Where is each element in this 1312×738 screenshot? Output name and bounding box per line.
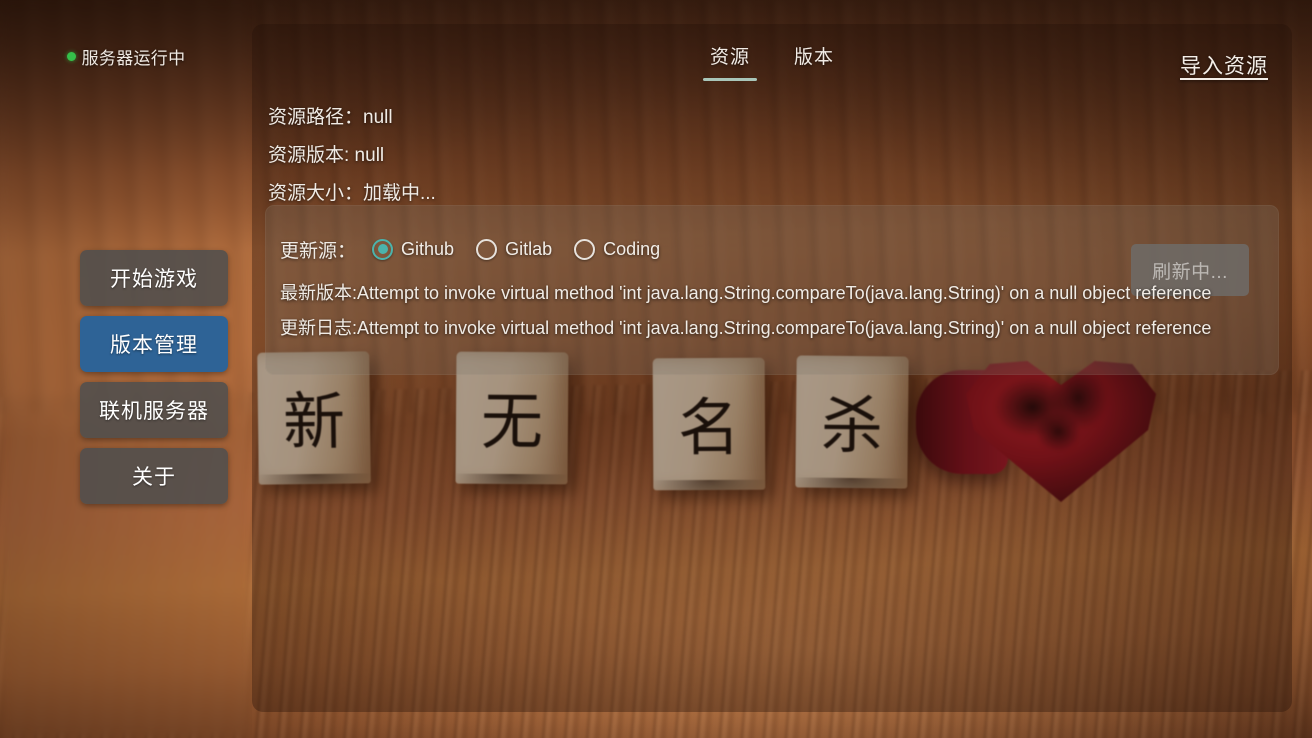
- tab-versions[interactable]: 版本: [787, 42, 841, 81]
- tab-resources[interactable]: 资源: [702, 42, 758, 81]
- radio-icon: [574, 238, 596, 260]
- sidebar-item-about[interactable]: 关于: [80, 448, 228, 504]
- resource-version-row: 资源版本: null: [268, 145, 385, 166]
- latest-version-message: 最新版本:Attempt to invoke virtual method 'i…: [280, 283, 1212, 303]
- radio-icon: [372, 238, 394, 260]
- update-source-label: 更新源：: [280, 240, 357, 262]
- update-source-card: 更新源： Github Gitlab Coding 刷新中... 最新版本:At…: [265, 205, 1279, 375]
- update-messages: 最新版本:Attempt to invoke virtual method 'i…: [280, 281, 1264, 351]
- resource-path-row: 资源路径：null: [268, 107, 393, 128]
- tab-bar: 资源 版本: [252, 42, 1292, 81]
- content-panel: 资源 版本 导入资源 资源路径：null 资源版本: null 资源大小：加载中…: [252, 24, 1292, 712]
- radio-icon: [476, 238, 498, 260]
- update-source-row: 更新源： Github Gitlab Coding 刷新中...: [280, 227, 1264, 296]
- radio-label-coding: Coding: [603, 238, 661, 259]
- server-status-label: 服务器运行中: [81, 49, 186, 68]
- sidebar: 服务器运行中 开始游戏 版本管理 联机服务器 关于: [0, 0, 252, 738]
- server-status: 服务器运行中: [0, 44, 252, 69]
- status-dot-icon: [66, 52, 76, 61]
- radio-label-gitlab: Gitlab: [505, 238, 553, 259]
- radio-option-gitlab[interactable]: Gitlab: [476, 238, 553, 260]
- import-resource-link[interactable]: 导入资源: [1180, 50, 1268, 80]
- update-log-message: 更新日志:Attempt to invoke virtual method 'i…: [280, 318, 1212, 338]
- radio-option-github[interactable]: Github: [372, 238, 455, 260]
- radio-option-coding[interactable]: Coding: [574, 238, 661, 260]
- resource-size-row: 资源大小：加载中...: [268, 183, 436, 204]
- panel-header: 资源 版本 导入资源: [252, 24, 1292, 90]
- radio-label-github: Github: [401, 238, 455, 259]
- sidebar-item-start-game[interactable]: 开始游戏: [80, 250, 228, 306]
- sidebar-item-version-management[interactable]: 版本管理: [80, 316, 228, 372]
- sidebar-item-online-server[interactable]: 联机服务器: [80, 382, 228, 438]
- sidebar-nav: 开始游戏 版本管理 联机服务器 关于: [80, 250, 228, 504]
- resource-info-list: 资源路径：null 资源版本: null 资源大小：加载中...: [268, 102, 436, 205]
